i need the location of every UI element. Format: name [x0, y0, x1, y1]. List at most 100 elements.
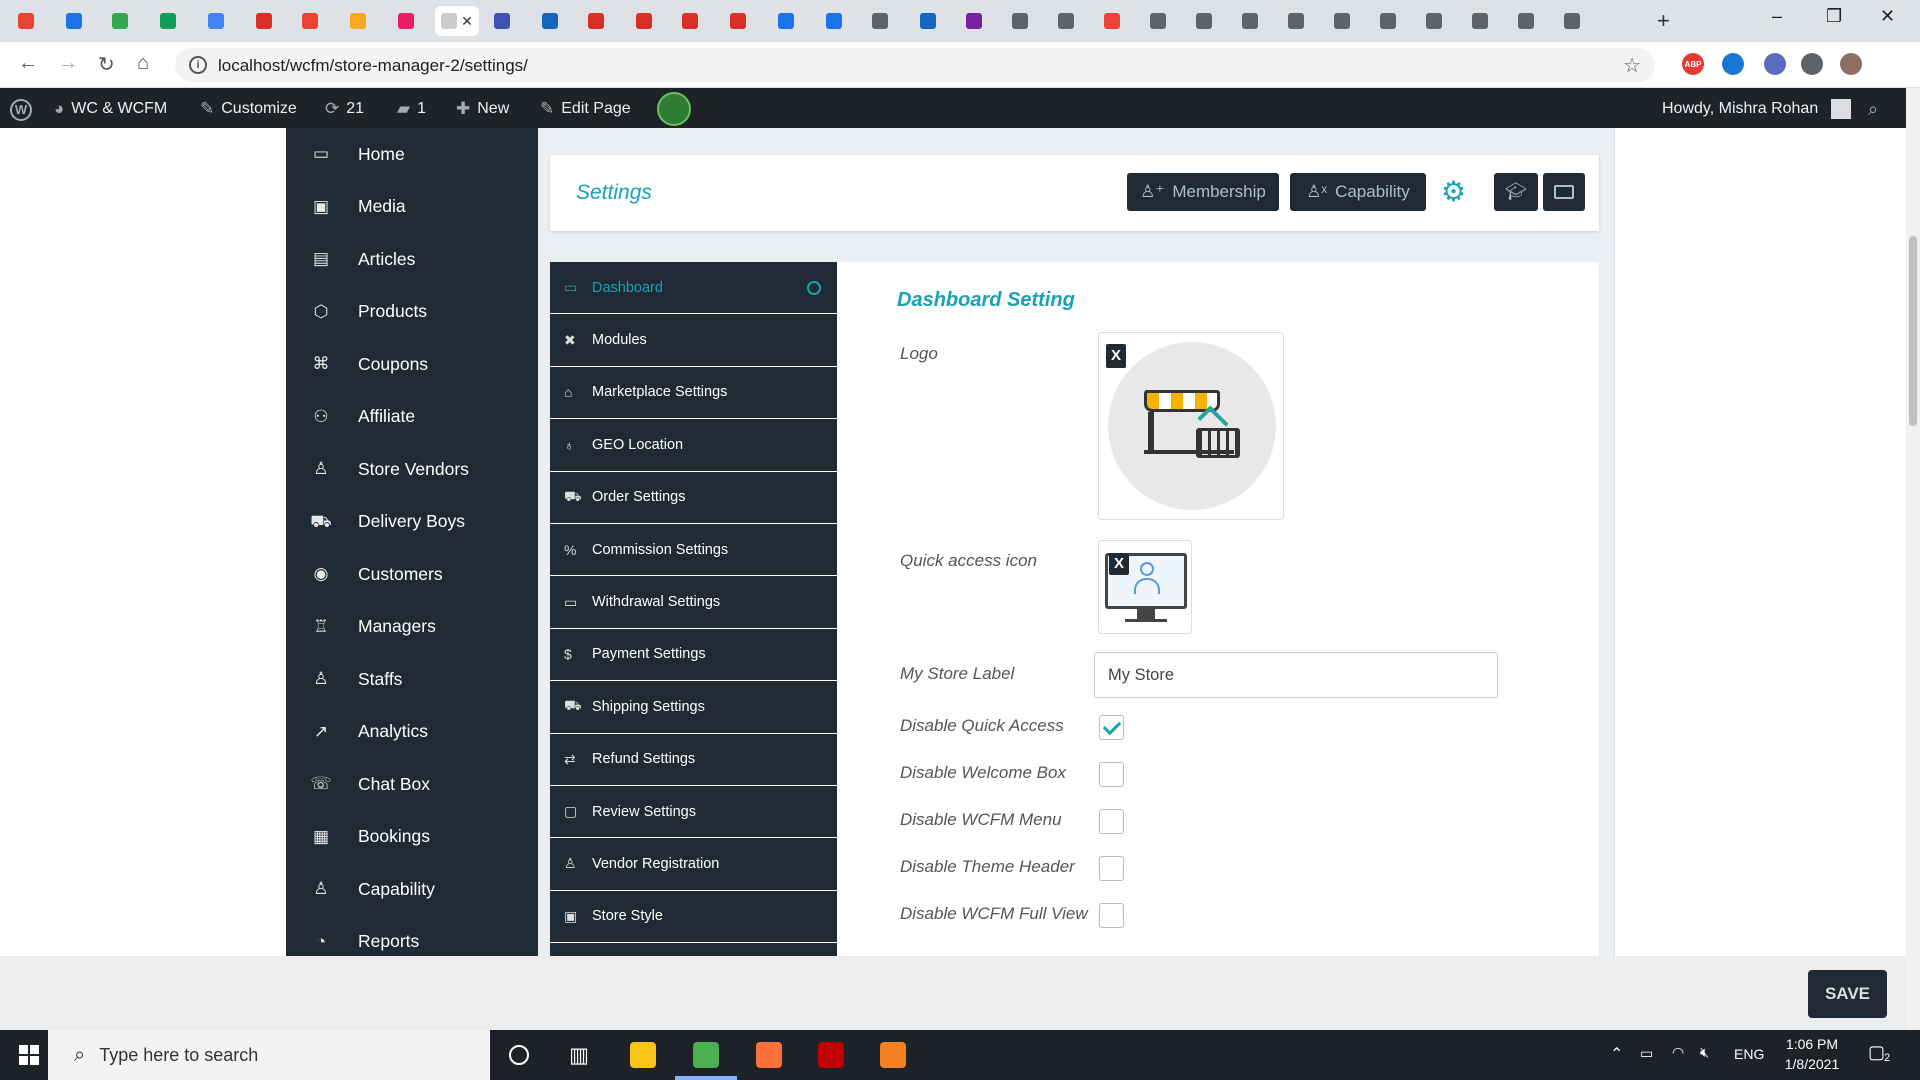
editor-app-icon[interactable]: [880, 1042, 906, 1068]
save-button[interactable]: SAVE: [1808, 970, 1887, 1018]
disable-theme-header-checkbox[interactable]: [1099, 856, 1124, 881]
close-window-icon[interactable]: ✕: [1880, 6, 1895, 27]
tab-withdrawal-settings[interactable]: ▭ Withdrawal Settings: [550, 576, 837, 629]
sidebar-item-store-vendors[interactable]: ♙ Store Vendors: [286, 443, 538, 496]
tab-review-settings[interactable]: ▢ Review Settings: [550, 786, 837, 839]
filezilla-icon[interactable]: [818, 1042, 844, 1068]
adblock-icon[interactable]: ABP: [1682, 53, 1704, 75]
sidebar-item-articles[interactable]: ▤ Articles: [286, 233, 538, 286]
back-icon[interactable]: ←: [18, 52, 38, 75]
browser-tab[interactable]: [149, 6, 187, 36]
sidebar-item-staffs[interactable]: ♙ Staffs: [286, 653, 538, 706]
sidebar-item-managers[interactable]: ♖ Managers: [286, 601, 538, 654]
browser-tab[interactable]: [1047, 6, 1085, 36]
howdy-account-link[interactable]: Howdy, Mishra Rohan: [1662, 99, 1852, 119]
tab-store-style[interactable]: ▣ Store Style: [550, 891, 837, 944]
task-view-icon[interactable]: ▥: [566, 1042, 592, 1068]
comments-link[interactable]: ▰ 1: [397, 99, 426, 119]
tutorial-button[interactable]: 🎓︎: [1494, 173, 1538, 211]
browser-tab[interactable]: ✕: [435, 6, 479, 36]
firefox-icon[interactable]: [756, 1042, 782, 1068]
puzzle-extensions-icon[interactable]: [1801, 53, 1823, 75]
capability-button[interactable]: ♙ˣ Capability: [1290, 173, 1426, 211]
video-button[interactable]: [1543, 173, 1585, 211]
close-icon[interactable]: ✕: [461, 13, 473, 30]
sidebar-item-products[interactable]: ⬡ Products: [286, 286, 538, 339]
tab-modules[interactable]: ✖ Modules: [550, 314, 837, 367]
chrome-icon[interactable]: [693, 1042, 719, 1068]
windows-start-icon[interactable]: [16, 1042, 42, 1068]
browser-tab[interactable]: [1369, 6, 1407, 36]
browser-tab[interactable]: [1323, 6, 1361, 36]
sidebar-item-chat-box[interactable]: ☏ Chat Box: [286, 758, 538, 811]
home-icon[interactable]: ⌂: [137, 52, 149, 75]
browser-tab[interactable]: [483, 6, 521, 36]
browser-tab[interactable]: [1139, 6, 1177, 36]
color-extension-icon[interactable]: [1764, 53, 1786, 75]
chevron-up-icon[interactable]: ⌃: [1610, 1044, 1623, 1064]
remove-quick-access-button[interactable]: X: [1109, 553, 1129, 575]
scrollbar-thumb[interactable]: [1909, 236, 1917, 426]
browser-tab[interactable]: [101, 6, 139, 36]
tab-shipping-settings[interactable]: ⛟ Shipping Settings: [550, 681, 837, 734]
clock-date[interactable]: 1/8/2021: [1784, 1056, 1840, 1072]
clock-time[interactable]: 1:06 PM: [1784, 1036, 1840, 1052]
sidebar-item-customers[interactable]: ◉ Customers: [286, 548, 538, 601]
disable-quick-access-checkbox[interactable]: [1099, 715, 1124, 740]
sidebar-item-capability[interactable]: ♙ Capability: [286, 863, 538, 916]
disable-wcfm-full-view-checkbox[interactable]: [1099, 903, 1124, 928]
taskbar-search-box[interactable]: ⌕ Type here to search: [48, 1030, 490, 1080]
search-icon[interactable]: ⌕: [1868, 99, 1878, 120]
disable-welcome-box-checkbox[interactable]: [1099, 762, 1124, 787]
disable-wcfm-menu-checkbox[interactable]: [1099, 809, 1124, 834]
browser-tab[interactable]: [1461, 6, 1499, 36]
gear-icon[interactable]: ⚙: [1441, 175, 1466, 208]
browser-tab[interactable]: [815, 6, 853, 36]
tab-refund-settings[interactable]: ⇄ Refund Settings: [550, 734, 837, 786]
restore-icon[interactable]: ❐: [1826, 6, 1842, 27]
page-scrollbar[interactable]: [1906, 88, 1920, 1030]
remove-logo-button[interactable]: X: [1106, 344, 1126, 368]
sidebar-item-analytics[interactable]: ↗ Analytics: [286, 706, 538, 759]
tab-vendor-registration[interactable]: ♙ Vendor Registration: [550, 838, 837, 891]
wifi-icon[interactable]: ◠: [1672, 1044, 1684, 1061]
browser-tab[interactable]: [909, 6, 947, 36]
updates-link[interactable]: ⟳ 21: [325, 99, 364, 119]
address-bar[interactable]: i localhost/wcfm/store-manager-2/setting…: [175, 48, 1655, 82]
sidebar-item-home[interactable]: ▭ Home: [286, 128, 538, 181]
browser-tab[interactable]: [1093, 6, 1131, 36]
browser-tab[interactable]: [245, 6, 283, 36]
store-label-input[interactable]: [1094, 652, 1498, 698]
browser-tab[interactable]: [7, 6, 45, 36]
browser-tab[interactable]: [339, 6, 377, 36]
quick-access-upload[interactable]: X: [1098, 540, 1192, 634]
site-name-link[interactable]: ◕ WC & WCFM: [54, 99, 167, 119]
membership-button[interactable]: ♙⁺ Membership: [1127, 173, 1279, 211]
browser-tab[interactable]: [1277, 6, 1315, 36]
site-info-icon[interactable]: i: [189, 56, 207, 74]
language-indicator[interactable]: ENG: [1734, 1046, 1764, 1062]
volume-muted-icon[interactable]: 🔇︎: [1700, 1044, 1709, 1061]
notifications-icon[interactable]: ▢: [1868, 1042, 1885, 1063]
tab-marketplace-settings[interactable]: ⌂ Marketplace Settings: [550, 367, 837, 420]
browser-tab[interactable]: [671, 6, 709, 36]
wordpress-logo-icon[interactable]: W: [10, 99, 32, 121]
browser-tab[interactable]: [861, 6, 899, 36]
battery-icon[interactable]: ▭: [1640, 1045, 1653, 1062]
browser-tab[interactable]: [955, 6, 993, 36]
tab-dashboard[interactable]: ▭ Dashboard: [550, 262, 837, 315]
browser-tab[interactable]: [577, 6, 615, 36]
minimize-icon[interactable]: –: [1772, 6, 1782, 27]
new-content-link[interactable]: ✚ New: [456, 99, 509, 119]
browser-tab[interactable]: [1553, 6, 1591, 36]
logo-upload[interactable]: X: [1098, 332, 1284, 520]
cortana-icon[interactable]: [506, 1042, 532, 1068]
browser-tab[interactable]: [719, 6, 757, 36]
browser-tab[interactable]: [1001, 6, 1039, 36]
profile-avatar-icon[interactable]: [1840, 53, 1862, 75]
browser-tab[interactable]: [197, 6, 235, 36]
forward-icon[interactable]: →: [58, 52, 78, 75]
browser-tab[interactable]: [531, 6, 569, 36]
edit-page-link[interactable]: ✎ Edit Page: [540, 99, 631, 119]
wcfm-store-icon[interactable]: [657, 92, 691, 126]
